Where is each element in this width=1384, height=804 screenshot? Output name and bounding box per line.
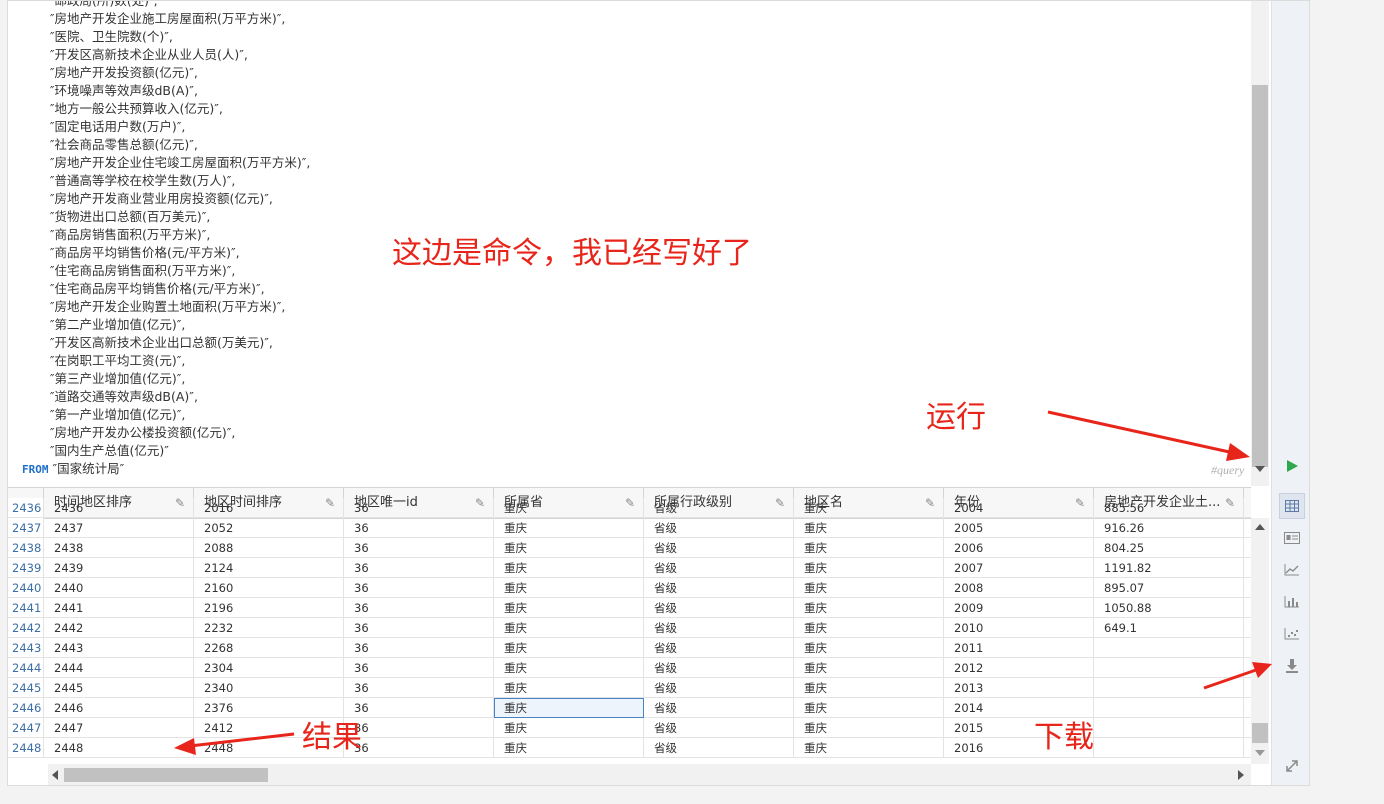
arrow-to-result xyxy=(189,732,295,748)
arrow-to-run xyxy=(1047,410,1235,455)
arrow-to-download-head xyxy=(1252,662,1272,678)
arrow-to-run-head xyxy=(1226,443,1250,461)
annotation-arrows xyxy=(174,410,1272,755)
arrow-to-download xyxy=(1203,668,1257,690)
arrow-to-result-head xyxy=(174,738,196,755)
